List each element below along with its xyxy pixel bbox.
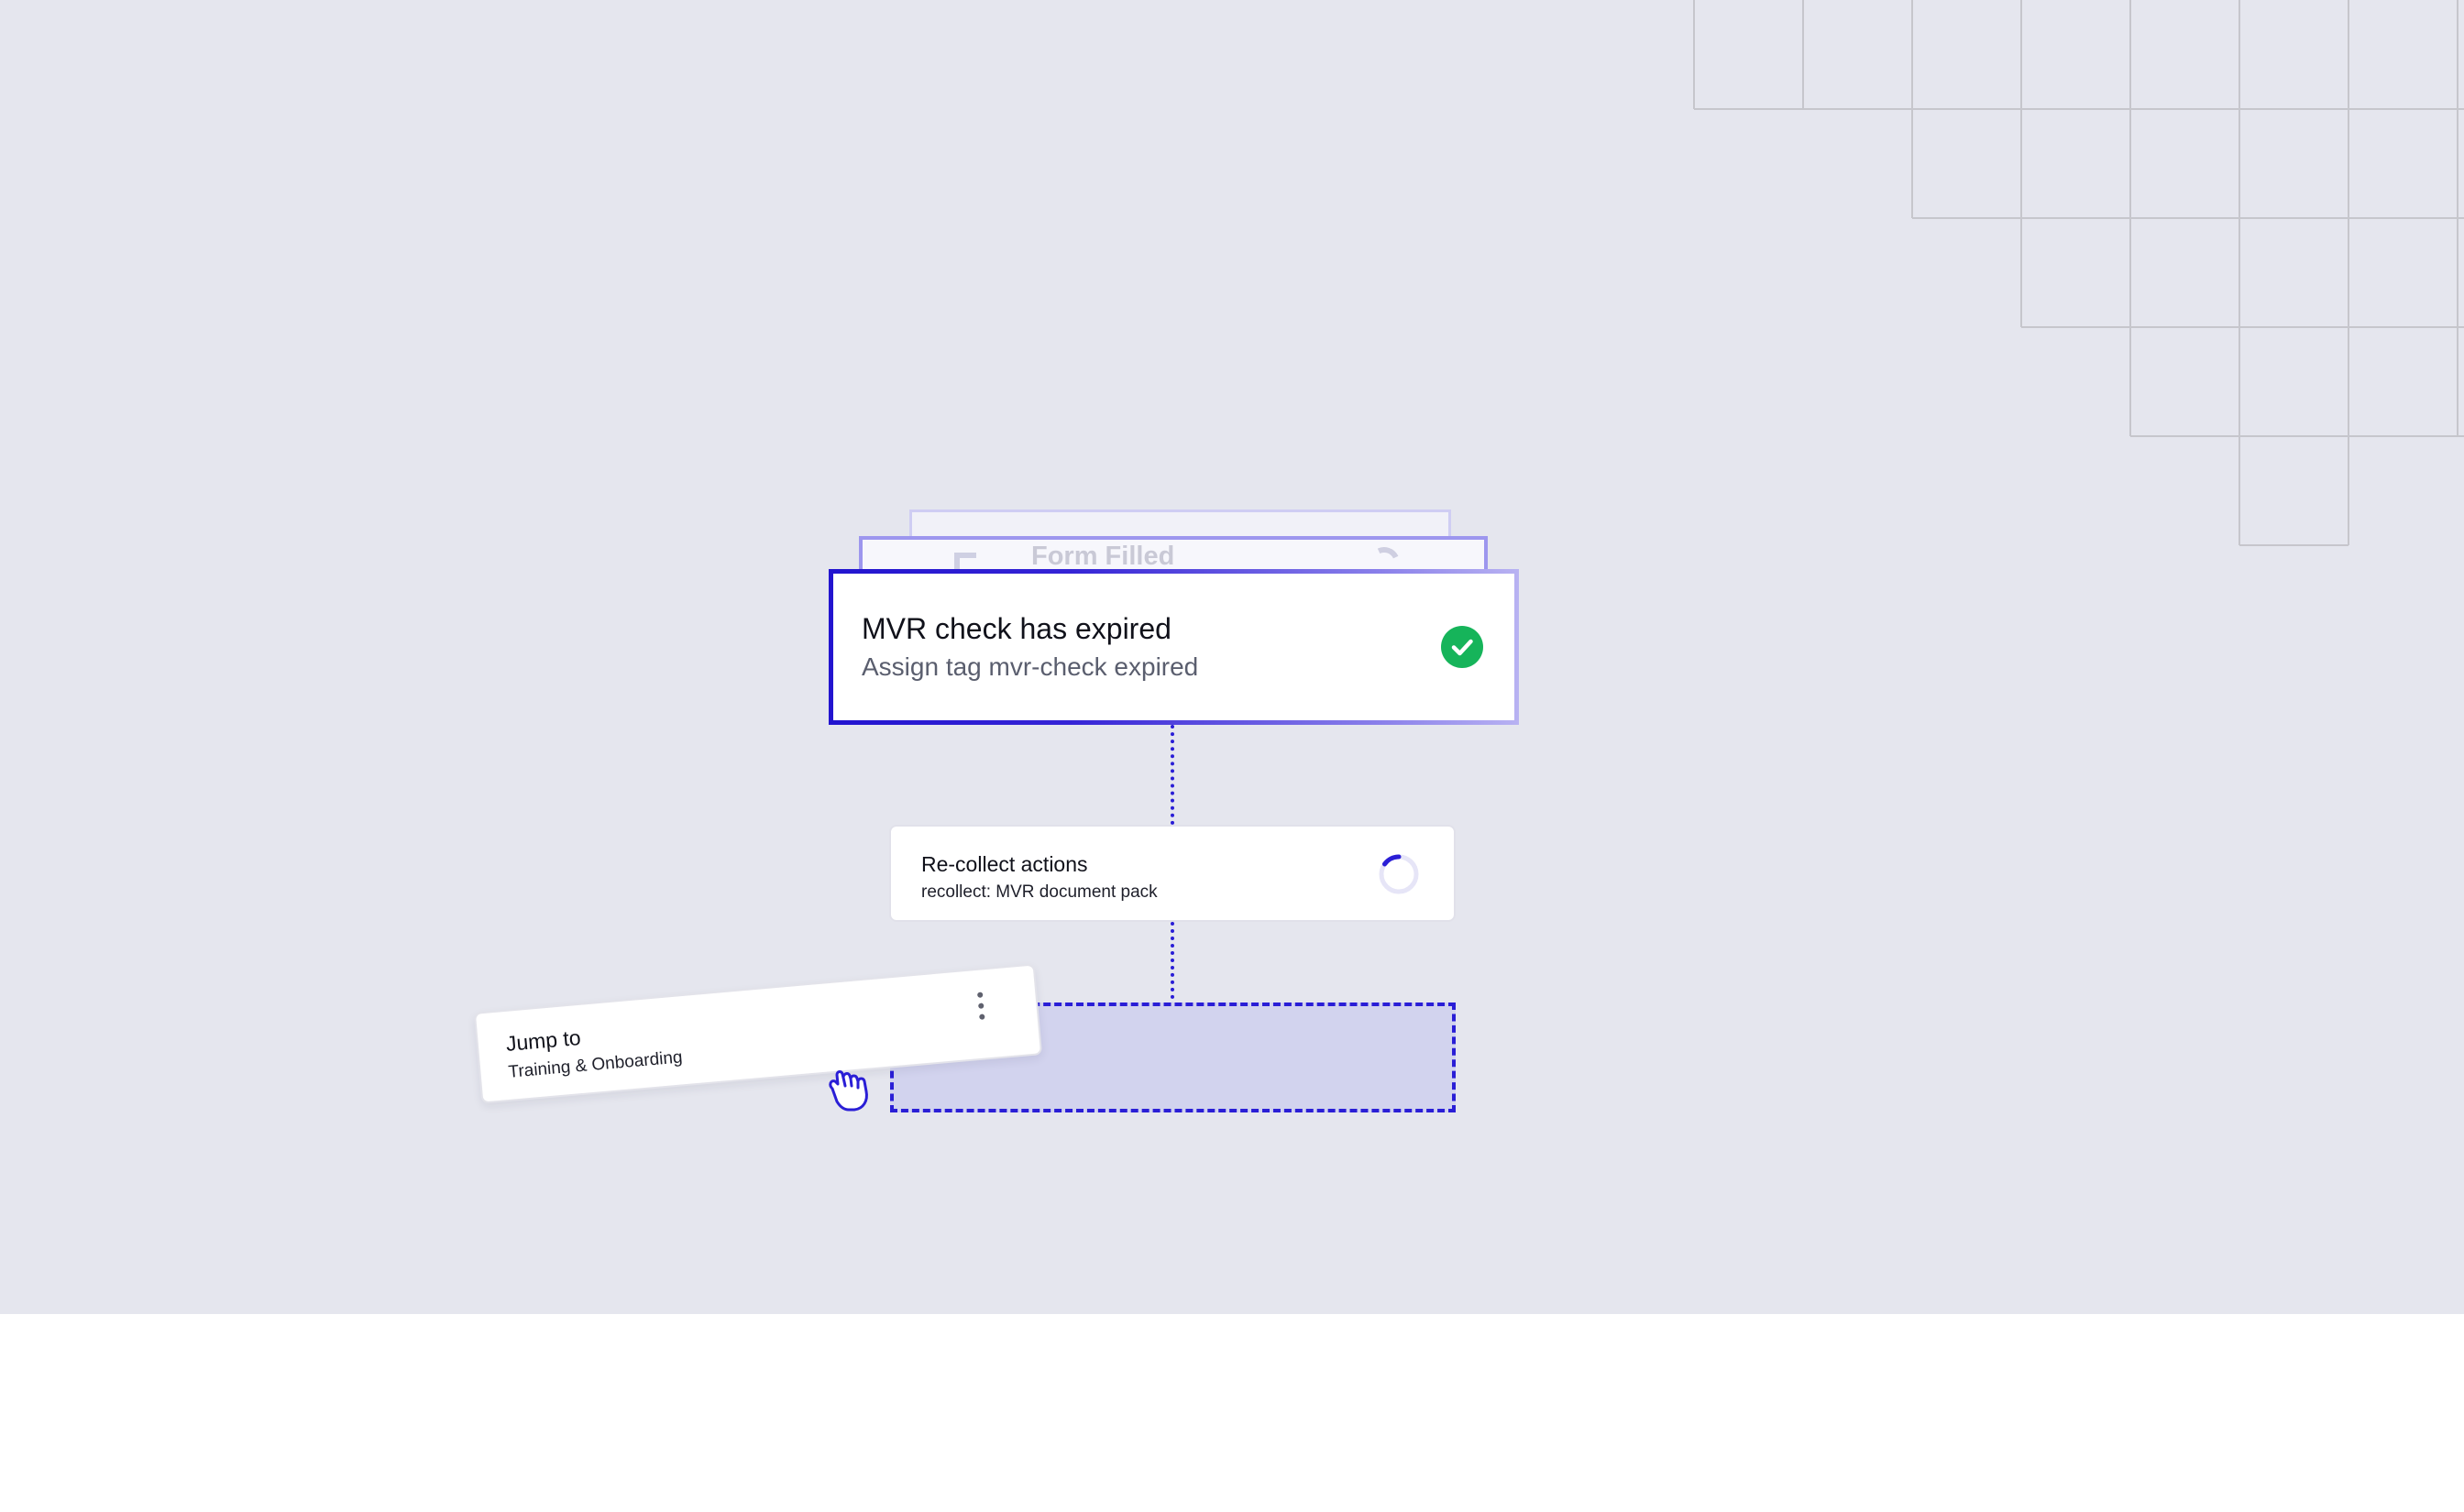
trigger-card[interactable]: MVR check has expired Assign tag mvr-che… (829, 569, 1519, 725)
action-card-recollect[interactable]: Re-collect actions recollect: MVR docume… (889, 825, 1456, 922)
check-circle-icon (1441, 626, 1483, 668)
spinner-icon (1379, 854, 1419, 894)
kebab-menu-icon[interactable] (971, 990, 992, 1023)
connector-line (1171, 922, 1174, 1006)
action-card-subtitle: recollect: MVR document pack (921, 882, 1158, 902)
stacked-card-label: Form Filled (1031, 542, 1175, 571)
grab-hand-icon (829, 1070, 868, 1112)
action-card-title: Re-collect actions (921, 852, 1088, 876)
trigger-card-title: MVR check has expired (862, 612, 1172, 645)
workflow-canvas[interactable]: Form Filled MVR check has expired Assign… (0, 0, 2464, 1314)
trigger-card-subtitle: Assign tag mvr-check expired (862, 652, 1199, 681)
dragged-card-title: Jump to (504, 1024, 582, 1056)
connector-line (1171, 725, 1174, 825)
